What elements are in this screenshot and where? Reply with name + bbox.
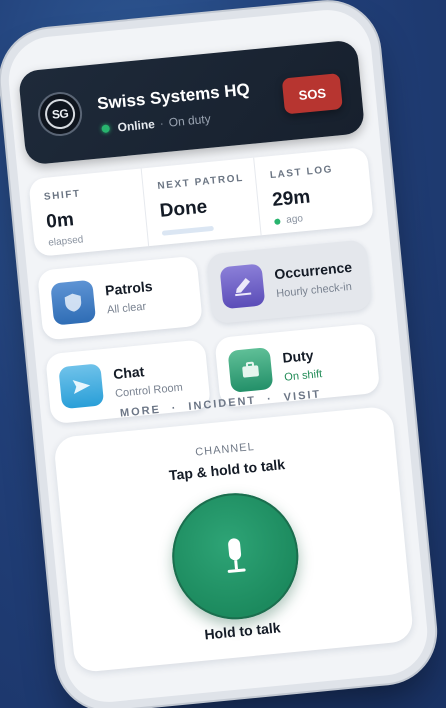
patrol-progress-bar	[161, 225, 214, 236]
stat-sub: elapsed	[47, 234, 84, 249]
quick-separator: ·	[171, 402, 179, 415]
push-to-talk-button[interactable]	[166, 487, 305, 626]
online-status-dot	[101, 124, 111, 134]
pencil-icon	[219, 263, 266, 310]
tile-sub: On shift	[283, 368, 323, 384]
tile-title: Duty	[281, 346, 315, 366]
briefcase-icon	[227, 347, 274, 393]
stat-label: SHIFT	[43, 188, 82, 203]
log-status-dot	[274, 217, 281, 225]
header-card: SG Swiss Systems HQ Online · On duty SOS	[17, 39, 366, 166]
sos-button[interactable]: SOS	[281, 73, 343, 115]
stat-sub: ago	[285, 213, 304, 226]
stat-next-patrol: NEXT PATROL Done	[140, 157, 262, 247]
status-duty: On duty	[168, 111, 212, 130]
tile-sub: Hourly check-in	[275, 280, 353, 301]
visit-link[interactable]: VISIT	[283, 388, 321, 404]
org-name: Swiss Systems HQ	[96, 79, 251, 114]
stat-sub-row: ago	[274, 213, 304, 227]
stat-last-log: LAST LOG 29m ago	[253, 146, 375, 236]
tile-occurrence[interactable]: Occurrence Hourly check-in	[206, 239, 373, 325]
stat-label: NEXT PATROL	[156, 172, 245, 192]
quick-separator: ·	[266, 392, 274, 406]
logo-text: SG	[43, 97, 77, 131]
stat-label: LAST LOG	[269, 164, 334, 182]
tile-title: Patrols	[104, 277, 154, 299]
status-row: Online · On duty	[101, 112, 211, 136]
more-link[interactable]: MORE	[119, 404, 161, 420]
send-icon	[58, 363, 105, 410]
tile-title: Occurrence	[273, 258, 353, 283]
org-logo: SG	[36, 90, 85, 139]
status-online: Online	[116, 117, 156, 135]
stats-card: SHIFT 0m elapsed NEXT PATROL Done LAST L…	[28, 146, 375, 258]
shield-icon	[50, 279, 97, 326]
tile-sub: Control Room	[114, 381, 184, 401]
tile-patrols[interactable]: Patrols All clear	[37, 255, 203, 341]
stat-value: Done	[158, 196, 209, 222]
stat-shift: SHIFT 0m elapsed	[28, 169, 148, 257]
stat-value: 0m	[45, 209, 75, 233]
phone-frame: SG Swiss Systems HQ Online · On duty SOS…	[4, 6, 432, 706]
status-separator: ·	[159, 116, 165, 131]
tile-title: Chat	[112, 363, 146, 383]
push-to-talk-card: CHANNEL Tap & hold to talk Hold to talk	[53, 405, 415, 674]
microphone-icon	[227, 538, 246, 573]
tile-sub: All clear	[106, 300, 147, 317]
stat-value: 29m	[271, 186, 312, 212]
